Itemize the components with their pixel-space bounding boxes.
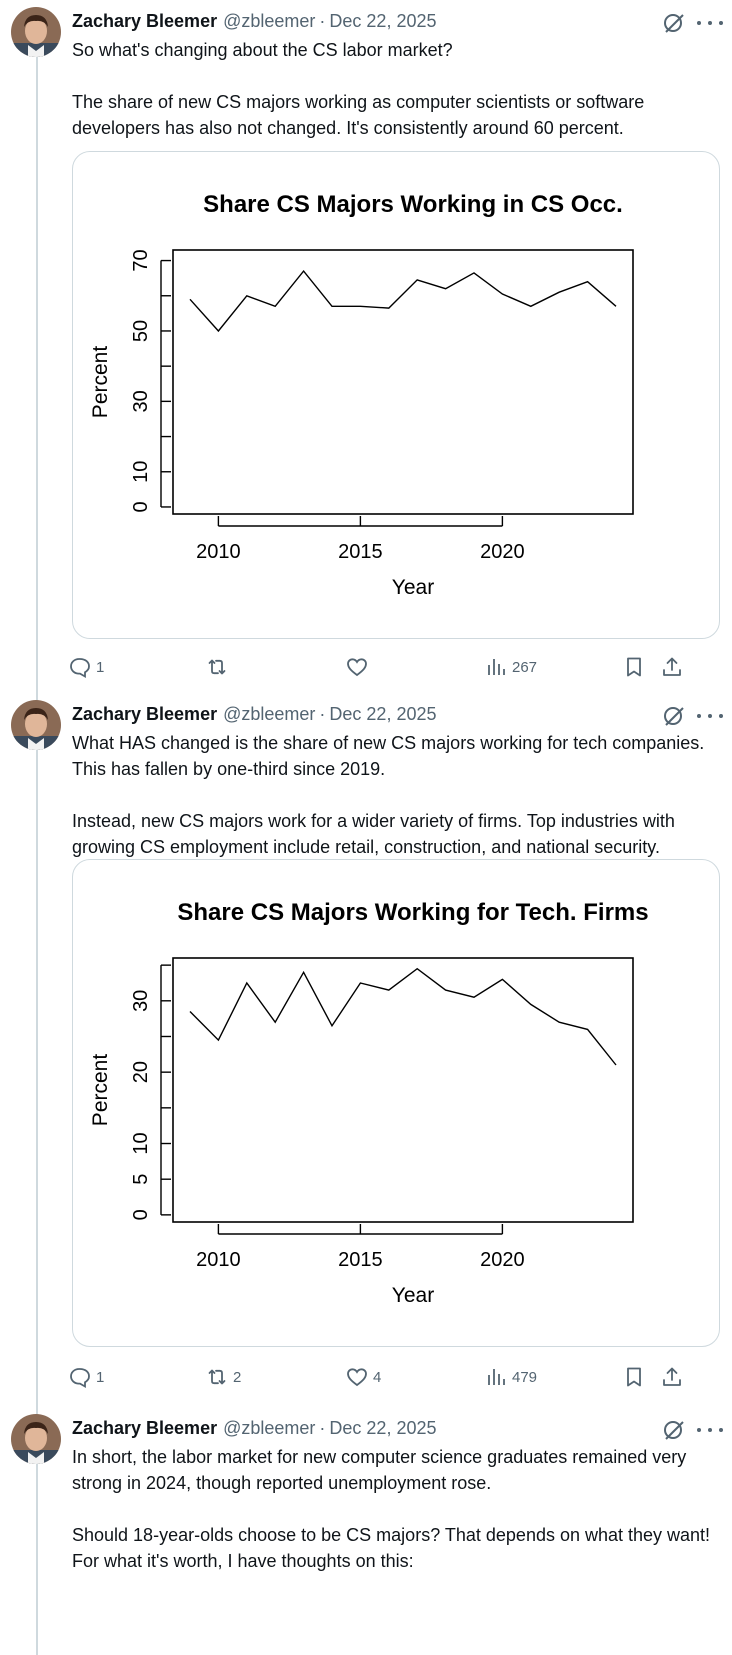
tweet-date[interactable]: Dec 22, 2025 <box>329 11 436 32</box>
y-tick-label: 20 <box>130 1061 152 1083</box>
tweet-paragraph: In short, the labor market for new compu… <box>72 1447 687 1493</box>
y-tick-label: 10 <box>130 1132 152 1154</box>
y-tick-label: 0 <box>130 1209 152 1220</box>
avatar[interactable] <box>11 700 61 750</box>
tweet-paragraph: Should 18-year-olds choose to be CS majo… <box>72 1525 711 1571</box>
share-button[interactable] <box>660 655 684 679</box>
reply-count: 1 <box>96 658 105 676</box>
author-name[interactable]: Zachary Bleemer <box>72 11 217 32</box>
like-button[interactable]: 4 <box>345 1365 381 1389</box>
author-name[interactable]: Zachary Bleemer <box>72 1418 217 1439</box>
line-chart: Share CS Majors Working in CS Occ. 0 10 30 5… <box>89 191 634 599</box>
action-bar: 1 2 4 479 <box>70 1365 724 1389</box>
author-handle[interactable]: @zbleemer <box>223 704 315 725</box>
like-count: 4 <box>373 1368 382 1386</box>
avatar[interactable] <box>11 7 61 57</box>
tweet-header: Zachary Bleemer @zbleemer · Dec 22, 2025 <box>72 702 436 726</box>
x-axis-label: Year <box>392 576 434 599</box>
views-count: 479 <box>512 1368 538 1386</box>
y-tick-label: 50 <box>130 320 152 342</box>
tweet-paragraph: The share of new CS majors working as co… <box>72 92 645 138</box>
repost-count: 2 <box>233 1368 242 1386</box>
share-icon <box>663 657 681 676</box>
y-tick-label: 0 <box>130 501 152 512</box>
tweet-header: Zachary Bleemer @zbleemer · Dec 22, 2025 <box>72 1416 436 1440</box>
chart-title: Share CS Majors Working in CS Occ. <box>203 191 623 218</box>
plot-frame <box>172 249 634 515</box>
tweet-date[interactable]: Dec 22, 2025 <box>329 1418 436 1439</box>
tweet-paragraph: Instead, new CS majors work for a wider … <box>72 811 675 857</box>
reply-button[interactable]: 1 <box>68 655 104 679</box>
grok-icon[interactable] <box>662 11 686 35</box>
views-icon <box>488 1369 505 1385</box>
repost-button[interactable]: 2 <box>205 1365 241 1389</box>
more-icon[interactable] <box>697 1418 723 1442</box>
views-count: 267 <box>512 658 538 676</box>
x-tick-label: 2015 <box>338 1249 383 1271</box>
y-tick-label: 5 <box>130 1174 152 1185</box>
tweet-text: So what's changing about the CS labor ma… <box>72 37 728 141</box>
heart-icon <box>347 1368 367 1387</box>
views-button[interactable]: 267 <box>484 655 537 679</box>
author-handle[interactable]: @zbleemer <box>223 1418 315 1439</box>
tweet-header: Zachary Bleemer @zbleemer · Dec 22, 2025 <box>72 9 436 33</box>
chart-image-card[interactable]: Share CS Majors Working in CS Occ. 0 10 30 5… <box>72 151 720 639</box>
views-icon <box>488 659 505 675</box>
tweet-date[interactable]: Dec 22, 2025 <box>329 704 436 725</box>
plot-frame <box>172 957 634 1223</box>
y-axis-label: Percent <box>89 346 112 419</box>
bookmark-icon <box>627 1367 641 1387</box>
like-button[interactable] <box>345 655 373 679</box>
tweet-text: In short, the labor market for new compu… <box>72 1444 728 1574</box>
reply-button[interactable]: 1 <box>68 1365 104 1389</box>
chart-image-card[interactable]: Share CS Majors Working for Tech. Firms 0… <box>72 859 720 1347</box>
reply-icon <box>70 658 90 679</box>
avatar[interactable] <box>11 1414 61 1464</box>
bookmark-button[interactable] <box>622 1365 646 1389</box>
series-line <box>189 269 617 333</box>
share-button[interactable] <box>660 1365 684 1389</box>
author-handle[interactable]: @zbleemer <box>223 11 315 32</box>
x-tick-label: 2010 <box>196 541 241 563</box>
separator-dot: · <box>319 10 326 31</box>
reply-count: 1 <box>96 1368 105 1386</box>
x-tick-label: 2010 <box>196 1249 241 1271</box>
share-icon <box>663 1367 681 1386</box>
grok-icon[interactable] <box>662 1418 686 1442</box>
separator-dot: · <box>319 703 326 724</box>
bookmark-icon <box>627 657 641 677</box>
y-tick-label: 70 <box>130 249 152 271</box>
x-tick-label: 2020 <box>480 1249 525 1271</box>
tweet-paragraph: What HAS changed is the share of new CS … <box>72 733 705 779</box>
y-tick-label: 10 <box>130 461 152 483</box>
series-line <box>189 967 617 1066</box>
grok-icon[interactable] <box>662 704 686 728</box>
chart-title: Share CS Majors Working for Tech. Firms <box>177 899 648 926</box>
separator-dot: · <box>319 1417 326 1438</box>
action-bar: 1 267 <box>70 655 724 679</box>
more-icon[interactable] <box>697 11 723 35</box>
repost-icon <box>208 1369 226 1385</box>
heart-icon <box>347 658 367 677</box>
more-icon[interactable] <box>697 704 723 728</box>
reply-icon <box>70 1368 90 1389</box>
x-tick-label: 2020 <box>480 541 525 563</box>
x-tick-label: 2015 <box>338 541 383 563</box>
bookmark-button[interactable] <box>622 655 646 679</box>
x-axis-label: Year <box>392 1284 434 1307</box>
repost-button[interactable] <box>205 655 233 679</box>
tweet-text: What HAS changed is the share of new CS … <box>72 730 728 860</box>
y-axis-label: Percent <box>89 1054 112 1127</box>
y-tick-label: 30 <box>130 990 152 1012</box>
repost-icon <box>208 659 226 675</box>
tweet-paragraph: So what's changing about the CS labor ma… <box>72 40 453 60</box>
views-button[interactable]: 479 <box>484 1365 537 1389</box>
author-name[interactable]: Zachary Bleemer <box>72 704 217 725</box>
y-tick-label: 30 <box>130 390 152 412</box>
line-chart: Share CS Majors Working for Tech. Firms 0… <box>89 899 649 1307</box>
